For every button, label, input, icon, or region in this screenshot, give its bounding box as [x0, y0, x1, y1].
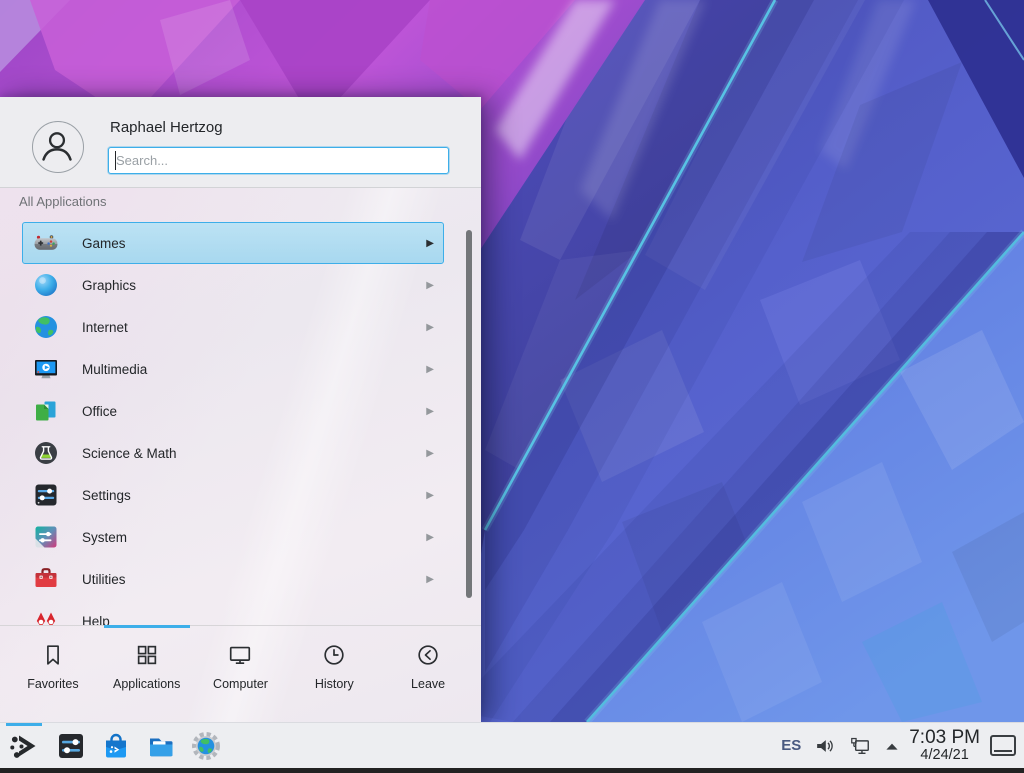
submenu-arrow-icon: ▶: [426, 490, 434, 501]
section-label: All Applications: [19, 194, 106, 209]
category-label: Office: [82, 404, 117, 419]
monitor-icon: [227, 642, 253, 668]
documents-icon: [32, 397, 60, 425]
clock-icon: [321, 642, 347, 668]
paint-sphere-icon: [32, 271, 60, 299]
category-label: Help: [82, 614, 110, 626]
system-sliders-icon: [32, 523, 60, 551]
tab-computer[interactable]: Computer: [194, 626, 288, 722]
search-input[interactable]: [108, 147, 449, 174]
category-label: Games: [82, 236, 126, 251]
user-avatar: [32, 121, 84, 173]
category-label: Utilities: [82, 572, 126, 587]
network-icon[interactable]: [849, 735, 871, 757]
application-launcher-menu: Raphael Hertzog All Applications Games: [0, 97, 481, 722]
flask-icon: [32, 439, 60, 467]
submenu-arrow-icon: ▶: [426, 406, 434, 417]
tab-label: Computer: [213, 677, 268, 691]
tab-label: History: [315, 677, 354, 691]
category-label: Settings: [82, 488, 131, 503]
submenu-arrow-icon: ▶: [426, 574, 434, 585]
submenu-arrow-icon: ▶: [426, 532, 434, 543]
monitor-play-icon: [32, 355, 60, 383]
gamepad-icon: [32, 229, 60, 257]
blue-folder-icon[interactable]: [145, 730, 177, 762]
category-label: Graphics: [82, 278, 136, 293]
keyboard-layout-indicator[interactable]: ES: [781, 737, 801, 754]
tab-label: Applications: [113, 677, 180, 691]
submenu-arrow-icon: ▶: [426, 364, 434, 375]
help-buoy-icon: [32, 607, 60, 625]
globe-icon: [32, 313, 60, 341]
category-row-multimedia[interactable]: Multimedia ▶: [22, 348, 444, 390]
launcher-tab-bar: Favorites Applications Computer: [0, 625, 481, 722]
active-tab-indicator: [104, 625, 190, 628]
clock-time: 7:03 PM: [909, 728, 980, 748]
tab-history[interactable]: History: [287, 626, 381, 722]
tab-leave[interactable]: Leave: [381, 626, 475, 722]
category-row-system[interactable]: System ▶: [22, 516, 444, 558]
submenu-arrow-icon: ▶: [426, 448, 434, 459]
person-icon: [33, 122, 81, 170]
leave-circle-icon: [415, 642, 441, 668]
category-label: System: [82, 530, 127, 545]
bookmark-icon: [40, 642, 66, 668]
kde-launcher-icon: [8, 730, 40, 762]
tab-label: Leave: [411, 677, 445, 691]
discover-bag-icon[interactable]: [100, 730, 132, 762]
globe-gear-icon[interactable]: [190, 730, 222, 762]
category-label: Science & Math: [82, 446, 177, 461]
app-grid-icon: [134, 642, 160, 668]
digital-clock[interactable]: 7:03 PM 4/24/21: [909, 728, 980, 763]
category-row-settings[interactable]: Settings ▶: [22, 474, 444, 516]
clock-date: 4/24/21: [909, 748, 980, 763]
tab-applications[interactable]: Applications: [100, 626, 194, 722]
category-row-utilities[interactable]: Utilities ▶: [22, 558, 444, 600]
category-label: Internet: [82, 320, 128, 335]
tab-label: Favorites: [27, 677, 78, 691]
category-row-graphics[interactable]: Graphics ▶: [22, 264, 444, 306]
list-scrollbar[interactable]: [466, 230, 472, 598]
user-name: Raphael Hertzog: [110, 119, 223, 136]
submenu-arrow-icon: ▶: [426, 280, 434, 291]
category-row-help[interactable]: Help: [22, 600, 444, 625]
taskbar-panel: ES 7:03 PM 4/24/21: [0, 722, 1024, 768]
tab-favorites[interactable]: Favorites: [6, 626, 100, 722]
category-row-science-math[interactable]: Science & Math ▶: [22, 432, 444, 474]
category-row-internet[interactable]: Internet ▶: [22, 306, 444, 348]
expand-tray-icon[interactable]: [884, 741, 900, 751]
submenu-arrow-icon: ▶: [426, 238, 434, 249]
menu-header: Raphael Hertzog: [0, 97, 481, 188]
system-settings-icon[interactable]: [55, 730, 87, 762]
system-tray: ES: [781, 735, 900, 757]
category-list: All Applications Games ▶: [0, 188, 481, 625]
app-launcher-button[interactable]: [6, 723, 42, 768]
toolbox-icon: [32, 565, 60, 593]
show-desktop-button[interactable]: [990, 735, 1016, 756]
category-row-games[interactable]: Games ▶: [22, 222, 444, 264]
volume-icon[interactable]: [814, 735, 836, 757]
category-label: Multimedia: [82, 362, 147, 377]
active-task-indicator: [6, 723, 42, 726]
sliders-icon: [32, 481, 60, 509]
submenu-arrow-icon: ▶: [426, 322, 434, 333]
category-row-office[interactable]: Office ▶: [22, 390, 444, 432]
text-caret: [115, 151, 116, 170]
